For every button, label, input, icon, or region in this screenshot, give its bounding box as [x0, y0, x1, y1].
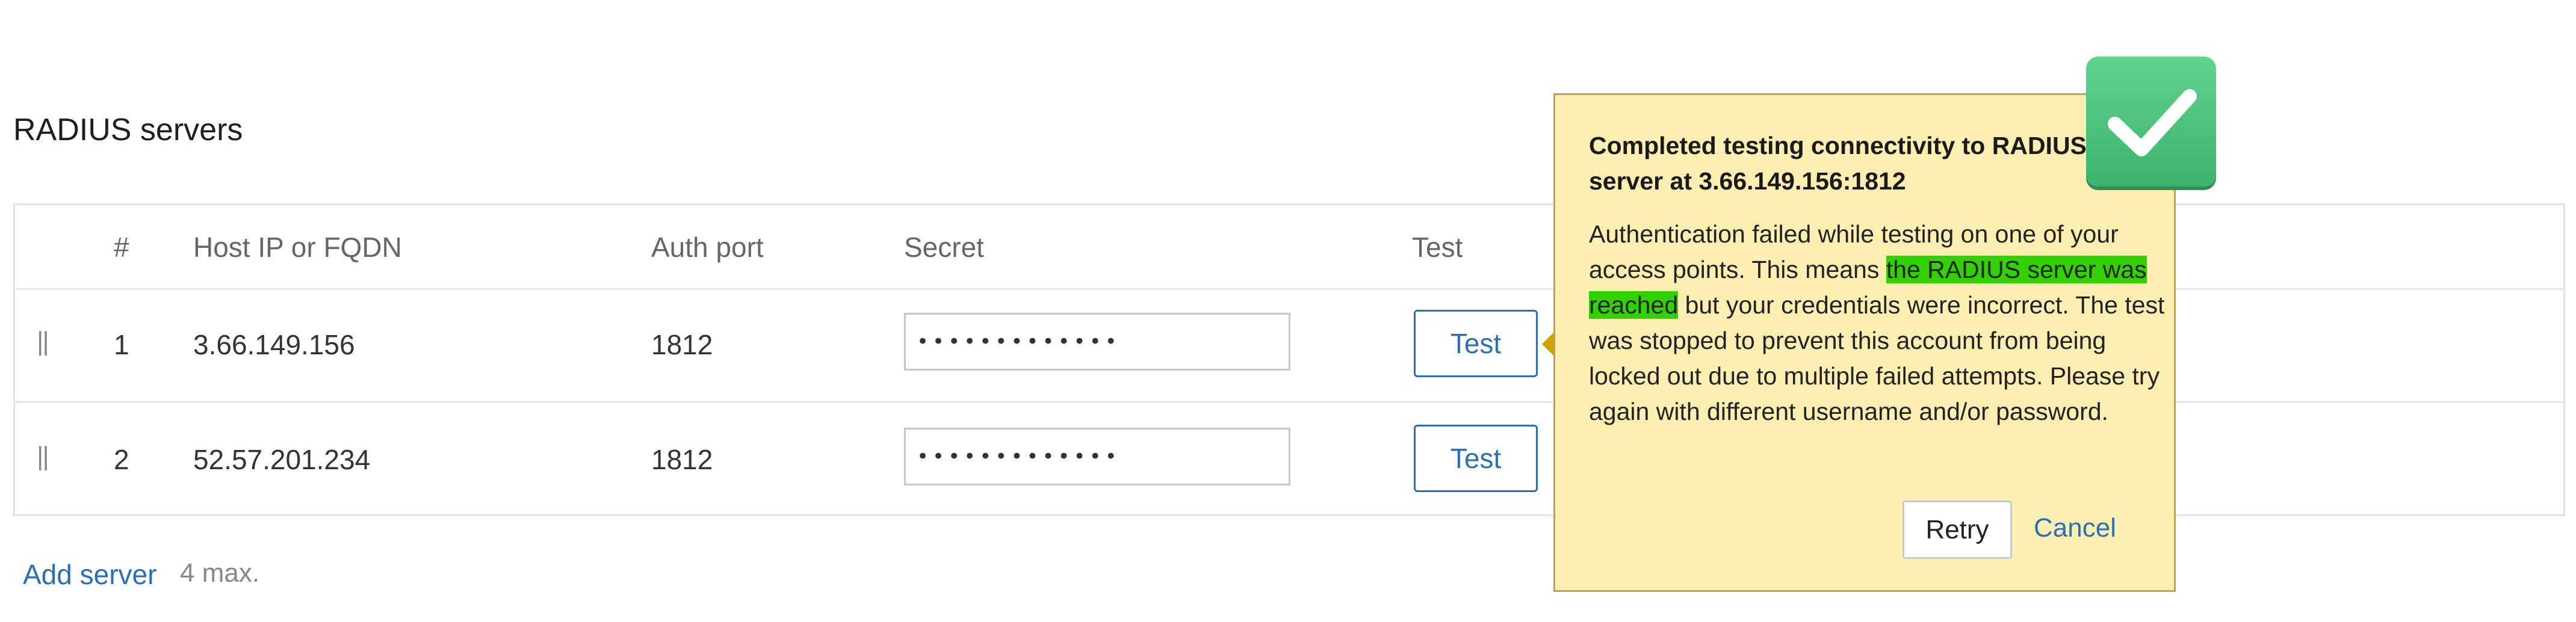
- row-number: 2: [114, 444, 129, 475]
- checkmark-icon: [2086, 57, 2216, 186]
- radius-servers-table: # Host IP or FQDN Auth port Secret Test …: [13, 203, 2565, 516]
- test-button[interactable]: Test: [1414, 310, 1538, 377]
- table-header: # Host IP or FQDN Auth port Secret Test: [15, 205, 2563, 290]
- popover-title: Completed testing connectivity to RADIUS…: [1589, 132, 2087, 195]
- auth-port-value: 1812: [651, 444, 713, 475]
- host-value: 3.66.149.156: [193, 329, 355, 360]
- popover-message: Authentication failed while testing on o…: [1589, 217, 2167, 430]
- retry-button[interactable]: Retry: [1903, 500, 2012, 559]
- page-title: RADIUS servers: [13, 112, 243, 147]
- test-result-popover: Completed testing connectivity to RADIUS…: [1553, 93, 2176, 592]
- drag-handle-icon[interactable]: ||: [37, 327, 49, 357]
- checkmark-glyph: [2108, 89, 2197, 156]
- drag-handle-icon[interactable]: ||: [37, 442, 49, 472]
- table-row: || 1 3.66.149.156 1812 Test: [15, 288, 2563, 403]
- cancel-link[interactable]: Cancel: [2034, 513, 2116, 543]
- header-host: Host IP or FQDN: [193, 232, 402, 263]
- max-servers-note: 4 max.: [180, 558, 260, 588]
- header-number: #: [114, 232, 129, 263]
- header-test: Test: [1412, 232, 1463, 263]
- test-button[interactable]: Test: [1414, 425, 1538, 492]
- header-auth-port: Auth port: [651, 232, 764, 263]
- header-secret: Secret: [904, 232, 984, 263]
- secret-input[interactable]: [904, 428, 1290, 485]
- secret-input[interactable]: [904, 313, 1290, 371]
- table-row: || 2 52.57.201.234 1812 Test: [15, 403, 2563, 516]
- row-number: 1: [114, 329, 129, 360]
- auth-port-value: 1812: [651, 329, 713, 360]
- host-value: 52.57.201.234: [193, 444, 371, 475]
- add-server-link[interactable]: Add server: [23, 558, 156, 591]
